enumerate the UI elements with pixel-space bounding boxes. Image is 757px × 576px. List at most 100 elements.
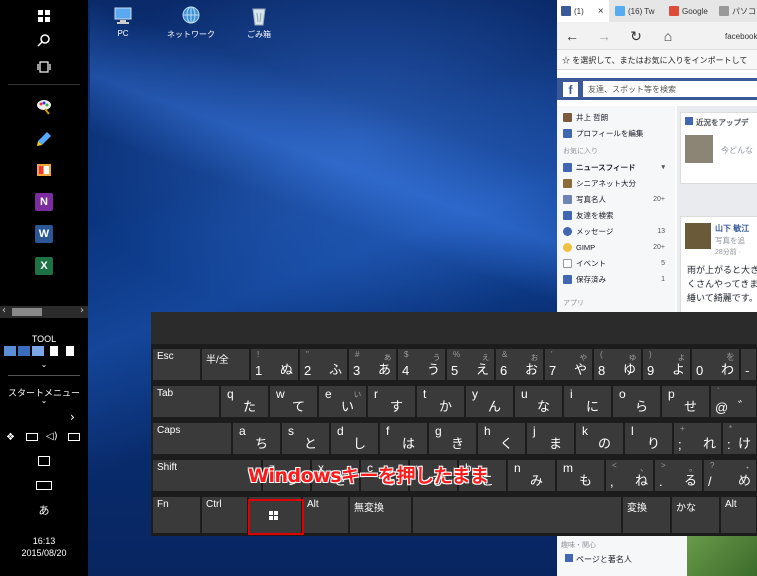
key-e[interactable]: e ぃい bbox=[318, 385, 367, 418]
sidebar-item-messages[interactable]: メッセージ 13 bbox=[563, 224, 673, 238]
pages-link[interactable]: ページと著名人 bbox=[565, 554, 632, 565]
horizontal-scrollbar[interactable]: ‹ › bbox=[0, 305, 88, 318]
key-4[interactable]: $ ぅ 4 う bbox=[397, 348, 446, 381]
key-y[interactable]: yん bbox=[465, 385, 514, 418]
tool-app-icon[interactable] bbox=[32, 346, 44, 356]
sidebar-item-saved[interactable]: 保存済み 1 bbox=[563, 272, 673, 286]
key-w[interactable]: wて bbox=[269, 385, 318, 418]
photo-thumbnail[interactable] bbox=[687, 536, 757, 576]
key-ctrl[interactable]: Ctrl bbox=[201, 496, 248, 534]
key-h[interactable]: hく bbox=[477, 422, 526, 455]
notification-icon[interactable] bbox=[38, 456, 50, 466]
key-d[interactable]: dし bbox=[330, 422, 379, 455]
status-input[interactable]: 今どんな bbox=[721, 145, 753, 156]
forward-arrow-icon[interactable]: → bbox=[595, 27, 613, 45]
scroll-right-arrow-icon[interactable]: › bbox=[80, 305, 84, 316]
tool-shield-icon[interactable] bbox=[18, 346, 30, 356]
scroll-thumb[interactable] bbox=[12, 308, 42, 316]
key-2[interactable]: " 2 ふ bbox=[299, 348, 348, 381]
key-6[interactable]: & ぉ 6 お bbox=[495, 348, 544, 381]
profile-link[interactable]: 井上 哲朗 bbox=[563, 110, 673, 124]
key-k[interactable]: kの bbox=[575, 422, 624, 455]
key-o[interactable]: oら bbox=[612, 385, 661, 418]
key-esc[interactable]: Esc bbox=[152, 348, 201, 381]
edit-profile-link[interactable]: プロフィールを編集 bbox=[563, 126, 673, 140]
tool-document-icon[interactable] bbox=[50, 346, 58, 356]
bookshelf-icon[interactable] bbox=[30, 158, 58, 182]
tab-twitter[interactable]: (16) Tw bbox=[611, 0, 663, 22]
key-period[interactable]: >。. る bbox=[654, 459, 703, 492]
key-7[interactable]: ' ゃ 7 や bbox=[544, 348, 593, 381]
key-alt-right[interactable]: Alt bbox=[720, 496, 757, 534]
expand-arrow-icon[interactable]: › bbox=[70, 410, 75, 424]
word-icon[interactable]: W bbox=[30, 222, 58, 246]
key-a[interactable]: aち bbox=[232, 422, 281, 455]
key-at[interactable]: ` @ ゛ bbox=[710, 385, 757, 418]
post-time[interactable]: 28分前 · bbox=[715, 247, 741, 257]
tab-google[interactable]: Google bbox=[665, 0, 713, 22]
key-j[interactable]: jま bbox=[526, 422, 575, 455]
key-henkan[interactable]: 変換 bbox=[622, 496, 671, 534]
desktop-icon-recycle-bin[interactable]: ごみ箱 bbox=[229, 6, 289, 40]
clock-time[interactable]: 16:13 bbox=[0, 536, 88, 546]
key-3[interactable]: # ぁ 3 あ bbox=[348, 348, 397, 381]
key-l[interactable]: lり bbox=[624, 422, 673, 455]
sidebar-item-news-feed[interactable]: ニュースフィード ▾ bbox=[563, 160, 673, 174]
key-caps[interactable]: Caps bbox=[152, 422, 232, 455]
desktop-icon-network[interactable]: ネットワーク bbox=[161, 6, 221, 40]
key-fn[interactable]: Fn bbox=[152, 496, 201, 534]
key-f[interactable]: fは bbox=[379, 422, 428, 455]
key-p[interactable]: pせ bbox=[661, 385, 710, 418]
sidebar-item-find-friends[interactable]: 友達を検索 bbox=[563, 208, 673, 222]
refresh-icon[interactable]: ↻ bbox=[627, 27, 645, 45]
key-n[interactable]: nみ bbox=[507, 459, 556, 492]
key-g[interactable]: gき bbox=[428, 422, 477, 455]
key-alt-left[interactable]: Alt bbox=[302, 496, 349, 534]
key-s[interactable]: sと bbox=[281, 422, 330, 455]
paint-icon[interactable] bbox=[30, 94, 58, 118]
tool-document-icon[interactable] bbox=[66, 346, 74, 356]
search-icon[interactable] bbox=[30, 28, 58, 52]
key-1[interactable]: ! 1 ぬ bbox=[250, 348, 299, 381]
facebook-logo-icon[interactable]: f bbox=[563, 82, 578, 97]
ime-indicator[interactable]: あ bbox=[0, 502, 88, 518]
key-u[interactable]: uな bbox=[514, 385, 563, 418]
key-0[interactable]: を0わ bbox=[691, 348, 740, 381]
key-muhenkan[interactable]: 無変換 bbox=[349, 496, 412, 534]
key-semicolon[interactable]: +; れ bbox=[673, 422, 722, 455]
key-kana[interactable]: かな bbox=[671, 496, 720, 534]
task-view-icon[interactable] bbox=[30, 55, 58, 79]
tab-close-icon[interactable]: × bbox=[598, 6, 604, 17]
back-arrow-icon[interactable]: ← bbox=[563, 27, 581, 45]
post-author[interactable]: 山下 敏江 bbox=[715, 223, 749, 234]
key-r[interactable]: rす bbox=[367, 385, 416, 418]
key-8[interactable]: (ゅ 8 ゆ bbox=[593, 348, 642, 381]
sidebar-item-photo-master[interactable]: 写真名人 20+ bbox=[563, 192, 673, 206]
key-space[interactable] bbox=[412, 496, 622, 534]
sidebar-item-events[interactable]: イベント 5 bbox=[563, 256, 673, 270]
key-comma[interactable]: <、, ね bbox=[605, 459, 654, 492]
clock-date[interactable]: 2015/08/20 bbox=[0, 548, 88, 558]
tab-pc-site[interactable]: パソコ bbox=[715, 0, 757, 22]
key-9[interactable]: ) ょ 9 よ bbox=[642, 348, 691, 381]
key-tab[interactable]: Tab bbox=[152, 385, 220, 418]
key-slash[interactable]: ? ・ / め bbox=[703, 459, 757, 492]
sidebar-item-senior-net[interactable]: シニアネット大分 bbox=[563, 176, 673, 190]
scroll-left-arrow-icon[interactable]: ‹ bbox=[2, 305, 6, 316]
battery-icon[interactable] bbox=[26, 433, 38, 441]
key-t[interactable]: tか bbox=[416, 385, 465, 418]
address-bar[interactable]: facebook bbox=[689, 28, 757, 44]
windows-start-icon[interactable] bbox=[30, 4, 58, 28]
facebook-search-input[interactable]: 友達、スポット等を検索 bbox=[583, 81, 757, 97]
key-colon[interactable]: *: け bbox=[722, 422, 757, 455]
notepad-icon[interactable] bbox=[30, 126, 58, 150]
onenote-icon[interactable]: N bbox=[30, 190, 58, 214]
tool-chevron-icon[interactable]: ⌄ bbox=[0, 360, 88, 369]
keyboard-icon[interactable] bbox=[36, 481, 52, 490]
home-icon[interactable]: ⌂ bbox=[659, 27, 677, 45]
update-status-tab[interactable]: 近況をアップデ bbox=[685, 117, 749, 128]
desktop-icon-pc[interactable]: PC bbox=[93, 6, 153, 38]
sidebar-item-gimp[interactable]: GIMP 20+ bbox=[563, 240, 673, 254]
display-icon[interactable] bbox=[68, 433, 80, 441]
volume-icon[interactable]: ◁) bbox=[46, 431, 58, 442]
